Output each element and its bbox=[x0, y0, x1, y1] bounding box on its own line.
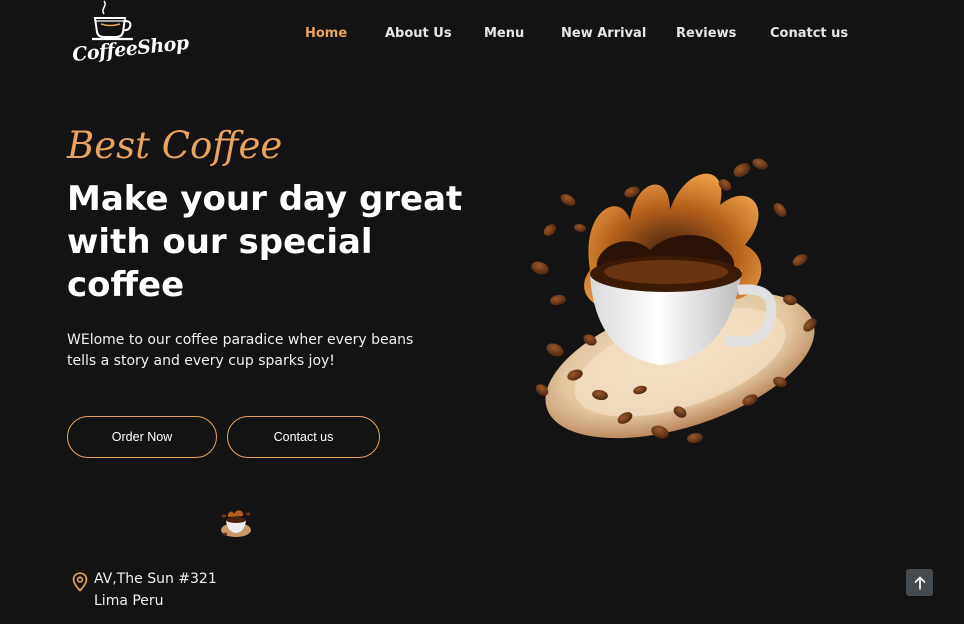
mini-coffee-cup-icon bbox=[221, 510, 251, 537]
contact-us-button[interactable]: Contact us bbox=[227, 416, 380, 458]
page: CoffeeShop Home About Us Menu New Arriva… bbox=[0, 0, 964, 624]
coffee-splash-cup-icon bbox=[531, 158, 817, 444]
back-to-top-button[interactable] bbox=[906, 569, 933, 596]
nav-item-reviews[interactable]: Reviews bbox=[676, 26, 736, 41]
nav-item-contact-us[interactable]: Conatct us bbox=[770, 26, 848, 41]
address-line-2: Lima Peru bbox=[94, 593, 164, 609]
address-line-1: AV,The Sun #321 bbox=[94, 571, 217, 587]
arrow-up-icon bbox=[914, 576, 925, 590]
nav-item-menu[interactable]: Menu bbox=[484, 26, 524, 41]
nav-item-home[interactable]: Home bbox=[305, 26, 347, 41]
nav-item-about-us[interactable]: About Us bbox=[385, 26, 452, 41]
nav-item-new-arrival[interactable]: New Arrival bbox=[561, 26, 646, 41]
address-block: AV,The Sun #321 Lima Peru bbox=[94, 568, 217, 612]
location-pin-icon bbox=[72, 572, 88, 592]
main-nav: Home About Us Menu New Arrival Reviews C… bbox=[0, 26, 964, 46]
hero-tagline: Best Coffee bbox=[67, 124, 283, 167]
hero-headline: Make your day great with our special cof… bbox=[67, 179, 463, 305]
order-now-button[interactable]: Order Now bbox=[67, 416, 217, 458]
hero-intro: WElome to our coffee paradice wher every… bbox=[67, 332, 414, 369]
